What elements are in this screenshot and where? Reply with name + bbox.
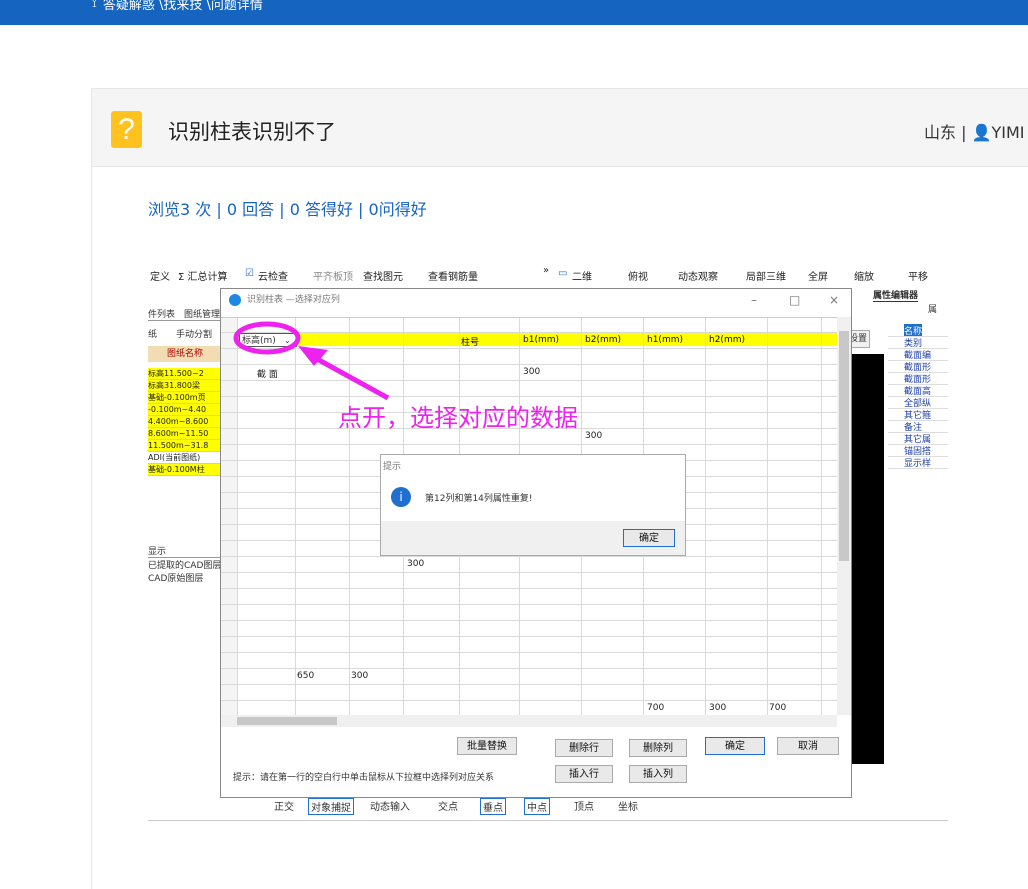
user-name[interactable]: YIMI [992,123,1025,142]
breadcrumb-text[interactable]: 答疑解惑 \找来技 \问题详情 [103,0,263,13]
annotation-text: 点开，选择对应的数据 [338,404,578,432]
good-questions-count[interactable]: 0问得好 [369,200,427,219]
question-title: 识别柱表识别不了 [168,120,336,144]
status-item[interactable]: 动态输入 [370,798,410,813]
location-pin-icon: ⟟ [92,0,97,11]
question-mark-icon: ? [111,111,142,148]
region-label: 山东 [924,123,957,142]
status-item[interactable]: 垂点 [480,798,506,815]
good-answers-count[interactable]: 0 答得好 [290,200,353,219]
status-item[interactable]: 坐标 [618,798,638,813]
views-count: 浏览3 次 [148,200,212,219]
status-item[interactable]: 顶点 [574,798,594,813]
question-stats: 浏览3 次 | 0 回答 | 0 答得好 | 0问得好 [148,200,427,219]
top-nav-bar: ⟟ 答疑解惑 \找来技 \问题详情 [0,0,1028,25]
user-icon: 👤 [971,123,992,142]
attached-screenshot: 定义 Σ 汇总计算 ☑ 云检查 平齐板顶 查找图元 查看钢筋量 » ▭ 二维 俯… [148,262,948,821]
status-item[interactable]: 中点 [524,798,550,815]
question-header: ? 识别柱表识别不了 山东 | 👤YIMI [92,89,1028,167]
highlight-circle [233,321,301,355]
status-item[interactable]: 正交 [274,798,294,813]
answers-count[interactable]: 0 回答 [227,200,274,219]
question-meta: 山东 | 👤YIMI [924,123,1025,142]
annotation-arrow [306,351,390,401]
status-bar: 正交 对象捕捉 动态输入 交点 垂点 中点 顶点 坐标 [258,796,758,815]
status-item[interactable]: 交点 [438,798,458,813]
breadcrumb: ⟟ 答疑解惑 \找来技 \问题详情 [92,0,263,13]
status-item[interactable]: 对象捕捉 [308,798,354,815]
annotation-overlay [233,321,390,401]
